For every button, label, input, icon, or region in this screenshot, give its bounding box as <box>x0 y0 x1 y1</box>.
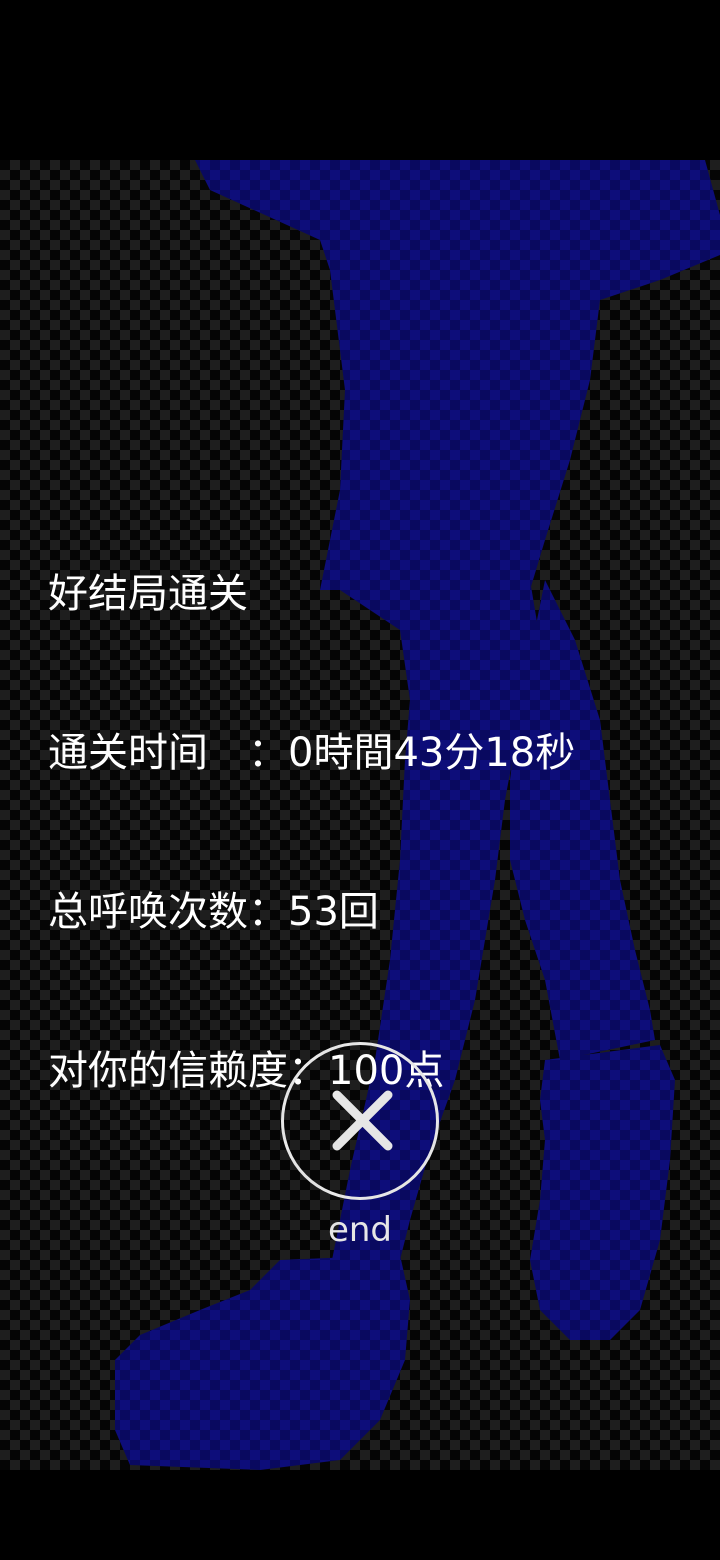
game-scene: 好结局通关 通关时间 ：0時間43分18秒 总呼唤次数：53回 对你的信赖度：1… <box>0 160 720 1470</box>
end-button[interactable] <box>281 1042 439 1200</box>
total-calls-text: 总呼唤次数：53回 <box>48 889 379 935</box>
top-black-bar <box>0 0 720 160</box>
bottom-black-bar <box>0 1470 720 1560</box>
left-shoe-silhouette <box>115 1255 410 1470</box>
close-icon <box>332 1090 393 1151</box>
clear-time-text: 通关时间 ：0時間43分18秒 <box>48 730 576 776</box>
ending-title: 好结局通关 <box>48 571 248 617</box>
end-label[interactable]: end <box>300 1208 420 1252</box>
